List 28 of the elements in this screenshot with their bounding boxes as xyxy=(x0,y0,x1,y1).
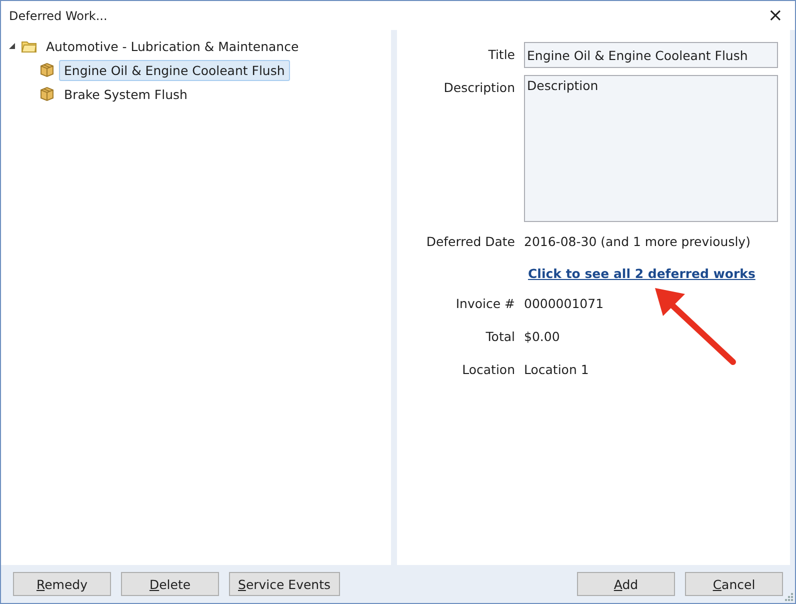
resize-grip-icon[interactable] xyxy=(785,593,793,601)
field-label: Deferred Date xyxy=(425,233,515,249)
dialog-button[interactable]: Delete xyxy=(121,572,219,596)
window-title: Deferred Work... xyxy=(9,8,108,22)
field-label: Total xyxy=(484,328,515,344)
dialog-button[interactable]: Cancel xyxy=(685,572,783,596)
description-field[interactable]: Description xyxy=(524,75,778,222)
field-label: Location xyxy=(461,361,515,377)
box-icon xyxy=(39,62,55,78)
field-label: Invoice # xyxy=(454,295,515,311)
field-label: Description xyxy=(442,79,515,95)
tree-item[interactable]: Engine Oil & Engine Cooleant Flush xyxy=(59,60,290,80)
field-value: 0000001071 xyxy=(524,295,605,311)
collapse-toggle-icon[interactable] xyxy=(7,41,17,51)
field-value: Location 1 xyxy=(524,361,590,377)
field-label: Title xyxy=(487,46,515,62)
folder-icon xyxy=(21,39,37,53)
dialog-button[interactable]: Service Events xyxy=(229,572,340,596)
field-value: 2016-08-30 (and 1 more previously) xyxy=(524,233,752,249)
box-icon xyxy=(39,86,55,102)
dialog-button[interactable]: Remedy xyxy=(13,572,111,596)
field-value: $0.00 xyxy=(524,328,561,344)
close-button[interactable]: × xyxy=(764,5,787,26)
tree-item[interactable]: Brake System Flush xyxy=(59,84,192,104)
tree-item[interactable]: Automotive - Lubrication & Maintenance xyxy=(41,36,304,56)
dialog-button[interactable]: Add xyxy=(577,572,675,596)
title-field[interactable]: Engine Oil & Engine Cooleant Flush xyxy=(524,42,778,68)
deferred-works-link[interactable]: Click to see all 2 deferred works xyxy=(528,266,756,281)
